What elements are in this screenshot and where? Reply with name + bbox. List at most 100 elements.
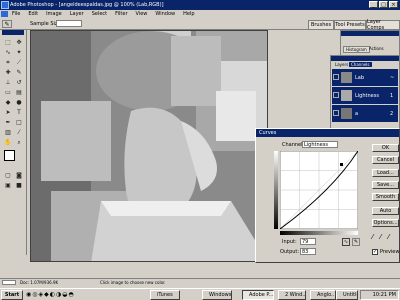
photoshop-app-icon <box>1 1 9 9</box>
panel-title-bar <box>341 31 399 36</box>
eye-icon[interactable] <box>333 74 339 80</box>
panel-title-bar <box>331 56 399 61</box>
shape-tool-icon[interactable]: □ <box>14 118 24 127</box>
channel-label: Channel: <box>282 142 305 148</box>
eyedropper-icon[interactable]: ✎ <box>2 20 12 28</box>
channel-shortcut: 1 <box>390 93 394 99</box>
tab-layers[interactable]: Layers <box>333 62 350 67</box>
task-anglo[interactable]: Anglo.. <box>310 290 336 300</box>
input-field[interactable]: 79 <box>300 238 316 245</box>
smooth-button[interactable]: Smooth <box>372 193 399 201</box>
channel-name: Lightness <box>355 93 379 99</box>
cancel-button[interactable]: Cancel <box>372 156 399 164</box>
eyedropper-gray-icon[interactable]: ⁄ <box>380 233 381 241</box>
output-field[interactable]: 83 <box>300 248 316 255</box>
channel-row-a[interactable]: a 2 <box>332 105 398 122</box>
task-untitled[interactable]: Untitle... <box>336 290 358 300</box>
menu-file[interactable]: File <box>8 11 24 17</box>
standard-mode-icon[interactable]: ▢ <box>3 171 13 180</box>
eyedropper-black-icon[interactable]: ⁄ <box>372 233 373 241</box>
sample-size-select[interactable] <box>56 20 82 27</box>
menu-filter[interactable]: Filter <box>111 11 131 17</box>
channel-select[interactable]: Lightness <box>302 141 338 148</box>
path-selection-tool-icon[interactable]: ➤ <box>3 108 13 117</box>
menu-select[interactable]: Select <box>88 11 111 17</box>
brush-tool-icon[interactable]: ✎ <box>14 68 24 77</box>
output-label: Output: <box>280 249 300 255</box>
tab-layer-comps[interactable]: Layer Comps <box>366 19 400 31</box>
curve-point-tool-icon[interactable]: ∿ <box>342 238 350 246</box>
ok-button[interactable]: OK <box>372 144 399 152</box>
eraser-tool-icon[interactable]: ▭ <box>3 88 13 97</box>
screen-mode-icon[interactable]: ▣ <box>3 181 13 190</box>
gradient-tool-icon[interactable]: ▤ <box>14 88 24 97</box>
start-button[interactable]: Start <box>1 290 23 300</box>
output-value: 83 <box>302 249 309 255</box>
taskbar: Start ◉◎◈◆◐◑◒◓ iTunes Windows Adobe P...… <box>0 288 400 300</box>
eyedropper-tool-icon[interactable]: ⁄ <box>14 128 24 137</box>
title-bar: Adobe Photoshop - [angeldeespaldas.jpg @… <box>0 0 400 10</box>
foreground-color-swatch[interactable] <box>4 150 15 161</box>
maximize-button[interactable]: □ <box>379 1 388 8</box>
status-hint: Click image to choose new color. <box>100 280 166 285</box>
slice-tool-icon[interactable]: ⟋ <box>14 58 24 67</box>
task-windows[interactable]: Windows <box>202 290 232 300</box>
crop-tool-icon[interactable]: ⌗ <box>3 58 13 67</box>
load-button[interactable]: Load... <box>372 169 399 177</box>
stamp-tool-icon[interactable]: ⊥ <box>3 78 13 87</box>
eye-icon[interactable] <box>333 110 339 116</box>
full-screen-mode-icon[interactable]: ■ <box>14 181 24 190</box>
tab-histogram[interactable]: Histogram <box>343 46 370 53</box>
clock: 10:21 PM <box>372 292 396 298</box>
tab-channels[interactable]: Channels <box>349 62 372 67</box>
minimize-button[interactable]: _ <box>369 1 378 8</box>
pen-tool-icon[interactable]: ✒ <box>3 118 13 127</box>
pencil-tool-icon[interactable]: ✎ <box>352 238 360 246</box>
curve-graph[interactable] <box>280 151 358 229</box>
menu-view[interactable]: View <box>132 11 152 17</box>
task-itunes[interactable]: iTunes <box>150 290 180 300</box>
preview-checkbox[interactable]: ✓ <box>372 249 378 255</box>
hand-tool-icon[interactable]: ✋ <box>3 138 13 147</box>
menu-edit[interactable]: Edit <box>24 11 42 17</box>
status-bar: Doc: 1.07M/936.9K Click image to choose … <box>0 278 400 286</box>
input-gradient-bar <box>280 231 358 235</box>
task-windows-group[interactable]: 2 Wind... <box>278 290 306 300</box>
healing-brush-tool-icon[interactable]: ✚ <box>3 68 13 77</box>
dodge-tool-icon[interactable]: ● <box>14 98 24 107</box>
tab-actions[interactable]: Actions <box>367 46 386 51</box>
lasso-tool-icon[interactable]: ∿ <box>3 48 13 57</box>
channel-thumbnail <box>341 72 352 83</box>
channel-row-lab[interactable]: Lab ~ <box>332 69 398 86</box>
history-brush-tool-icon[interactable]: ↺ <box>14 78 24 87</box>
zoom-tool-icon[interactable]: ⌕ <box>14 138 24 147</box>
eye-icon[interactable] <box>333 92 339 98</box>
menu-image[interactable]: Image <box>42 11 66 17</box>
menu-layer[interactable]: Layer <box>66 11 88 17</box>
close-button[interactable]: × <box>389 1 398 8</box>
zoom-field[interactable] <box>2 280 16 285</box>
menu-help[interactable]: Help <box>179 11 198 17</box>
marquee-tool-icon[interactable]: ⬚ <box>3 38 13 47</box>
input-label: Input: <box>282 239 297 245</box>
quick-launch-icons[interactable]: ◉◎◈◆◐◑◒◓ <box>26 291 75 298</box>
tab-tool-presets[interactable]: Tool Presets <box>334 20 366 30</box>
blur-tool-icon[interactable]: ◆ <box>3 98 13 107</box>
notes-tool-icon[interactable]: ▥ <box>3 128 13 137</box>
move-tool-icon[interactable]: ✥ <box>14 38 24 47</box>
magic-wand-tool-icon[interactable]: ✦ <box>14 48 24 57</box>
type-tool-icon[interactable]: T <box>14 108 24 117</box>
menu-window[interactable]: Window <box>151 11 179 17</box>
auto-button[interactable]: Auto <box>372 207 399 215</box>
task-photoshop[interactable]: Adobe P... <box>242 290 274 300</box>
tab-brushes[interactable]: Brushes <box>308 20 334 30</box>
save-button[interactable]: Save... <box>372 181 399 189</box>
curves-dialog: Curves Channel: Lightness Input: 79 Outp… <box>255 128 400 263</box>
document-canvas[interactable] <box>30 30 268 262</box>
options-button[interactable]: Options... <box>372 219 399 227</box>
eyedropper-white-icon[interactable]: ⁄ <box>388 233 389 241</box>
channel-row-lightness[interactable]: Lightness 1 <box>332 87 398 104</box>
start-label: Start <box>4 292 20 298</box>
curves-title: Curves <box>256 129 399 137</box>
quick-mask-icon[interactable]: ◙ <box>14 171 24 180</box>
